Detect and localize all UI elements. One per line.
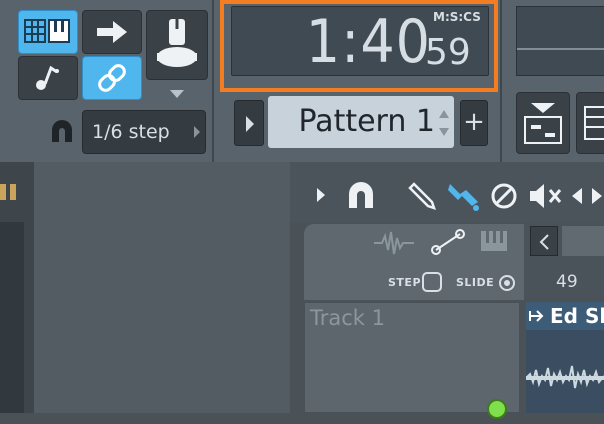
pattern-spin-icon[interactable] [436, 104, 452, 142]
countdown-button[interactable] [82, 10, 142, 54]
slide-radio[interactable] [498, 274, 516, 292]
snap-value: 1/6 step [92, 121, 170, 143]
mute-icon[interactable] [528, 180, 564, 212]
slide-label: SLIDE [456, 276, 495, 289]
time-format-label: M:S:CS [433, 10, 481, 24]
toolbar-divider [212, 0, 214, 162]
track-name: Track 1 [310, 306, 385, 330]
piano-roll-icon[interactable] [480, 230, 510, 254]
arrow-right-icon [97, 21, 127, 43]
main-volume-knob[interactable] [146, 10, 208, 80]
piano-roll-icon [584, 106, 604, 140]
step-checkbox[interactable] [422, 272, 442, 292]
chevron-right-icon [192, 124, 202, 140]
step-label: STEP [388, 276, 422, 289]
oscilloscope-display [516, 6, 604, 76]
pencil-icon[interactable] [408, 180, 438, 210]
link-icon [98, 64, 126, 92]
add-pattern-button[interactable]: + [460, 100, 488, 146]
slip-icon[interactable] [570, 184, 604, 208]
paint-brush-icon[interactable] [446, 178, 480, 212]
time-main: 1:40 [305, 7, 431, 77]
playlist-button[interactable] [516, 92, 570, 154]
magnet-icon[interactable] [48, 118, 76, 146]
time-centiseconds: 59 [425, 32, 471, 73]
bar-number: 49 [556, 272, 578, 292]
toolbar-divider [500, 0, 502, 162]
waveform-icon[interactable] [374, 230, 414, 256]
knob-icon [157, 19, 197, 67]
typing-keyboard-button[interactable] [18, 10, 78, 54]
piano-roll-button[interactable] [576, 92, 604, 154]
delete-icon[interactable] [490, 182, 518, 210]
note-steps-button[interactable] [18, 56, 78, 100]
horizontal-scrollbar[interactable] [562, 226, 604, 256]
pattern-menu-button[interactable] [234, 100, 264, 146]
automation-icon[interactable] [430, 228, 466, 256]
audio-clip-waveform[interactable] [526, 330, 604, 413]
piano-keyboard-icon [24, 19, 70, 43]
playlist-menu-arrow-icon[interactable] [314, 184, 328, 206]
track-led-icon[interactable] [486, 398, 508, 420]
workspace-area [34, 162, 290, 413]
folder-icon[interactable] [0, 180, 20, 204]
chevron-down-icon[interactable] [166, 86, 188, 100]
link-button[interactable] [82, 56, 142, 100]
pattern-label: Pattern 1 [298, 104, 435, 139]
note-icon [36, 65, 59, 90]
scroll-left-button[interactable] [530, 226, 558, 256]
browser-panel [0, 222, 24, 413]
clip-menu-icon[interactable] [528, 306, 544, 326]
playlist-icon [524, 103, 562, 144]
clip-title: Ed Sl [550, 304, 604, 328]
magnet-icon[interactable] [346, 180, 376, 210]
